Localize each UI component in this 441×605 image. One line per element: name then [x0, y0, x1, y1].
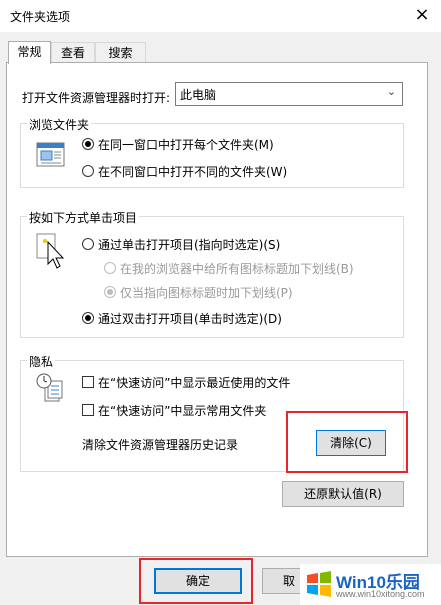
radio-new-window-label: 在不同窗口中打开不同的文件夹(W) [98, 165, 288, 179]
watermark-logo: Win10乐园 www.win10xitong.com [300, 564, 441, 605]
clear-history-label: 清除文件资源管理器历史记录 [82, 438, 239, 452]
radio-double-click-label: 通过双击打开项目(单击时选定)(D) [98, 312, 282, 326]
tab-general-label: 常规 [17, 45, 42, 59]
radio-underline-always-label: 在我的浏览器中给所有图标标题加下划线(B) [120, 262, 354, 276]
restore-defaults-button[interactable]: 还原默认值(R) [282, 481, 404, 507]
radio-same-window-label: 在同一窗口中打开每个文件夹(M) [98, 138, 274, 152]
checkbox-frequent-folders-label: 在“快速访问”中显示常用文件夹 [98, 404, 267, 418]
open-explorer-select[interactable]: 此电脑 ⌄ [175, 82, 403, 106]
click-items-title: 按如下方式单击项目 [27, 209, 140, 226]
title-bar: 文件夹选项 × [0, 0, 441, 32]
close-icon[interactable]: × [411, 4, 433, 26]
browse-folders-title: 浏览文件夹 [27, 116, 92, 133]
radio-same-window[interactable] [82, 138, 94, 150]
watermark-url: www.win10xitong.com [336, 589, 425, 599]
radio-double-click[interactable] [82, 312, 94, 324]
radio-single-click-label: 通过单击打开项目(指向时选定)(S) [98, 238, 281, 252]
tab-search-label: 搜索 [108, 46, 133, 60]
checkbox-frequent-folders[interactable] [82, 404, 94, 416]
tab-general[interactable]: 常规 [8, 41, 51, 64]
privacy-title: 隐私 [27, 353, 56, 370]
radio-underline-hover[interactable] [104, 286, 116, 298]
highlight-box-clear [286, 411, 408, 473]
radio-single-click[interactable] [82, 238, 94, 250]
radio-underline-hover-label: 仅当指向图标标题时加下划线(P) [120, 286, 293, 300]
window-title: 文件夹选项 [10, 10, 71, 24]
chevron-down-icon: ⌄ [386, 85, 396, 98]
tab-view[interactable]: 查看 [51, 42, 95, 63]
open-explorer-label: 打开文件资源管理器时打开: [22, 91, 171, 105]
cursor-icon [36, 232, 66, 273]
clock-documents-icon [35, 372, 65, 407]
highlight-box-ok [139, 558, 253, 604]
tab-search[interactable]: 搜索 [95, 42, 146, 63]
open-explorer-value: 此电脑 [180, 88, 217, 102]
tab-view-label: 查看 [60, 46, 85, 60]
folder-window-icon [36, 142, 66, 171]
checkbox-recent-files[interactable] [82, 376, 94, 388]
radio-underline-always[interactable] [104, 262, 116, 274]
windows-logo-icon [307, 571, 331, 597]
radio-new-window[interactable] [82, 165, 94, 177]
checkbox-recent-files-label: 在“快速访问”中显示最近使用的文件 [98, 376, 291, 390]
